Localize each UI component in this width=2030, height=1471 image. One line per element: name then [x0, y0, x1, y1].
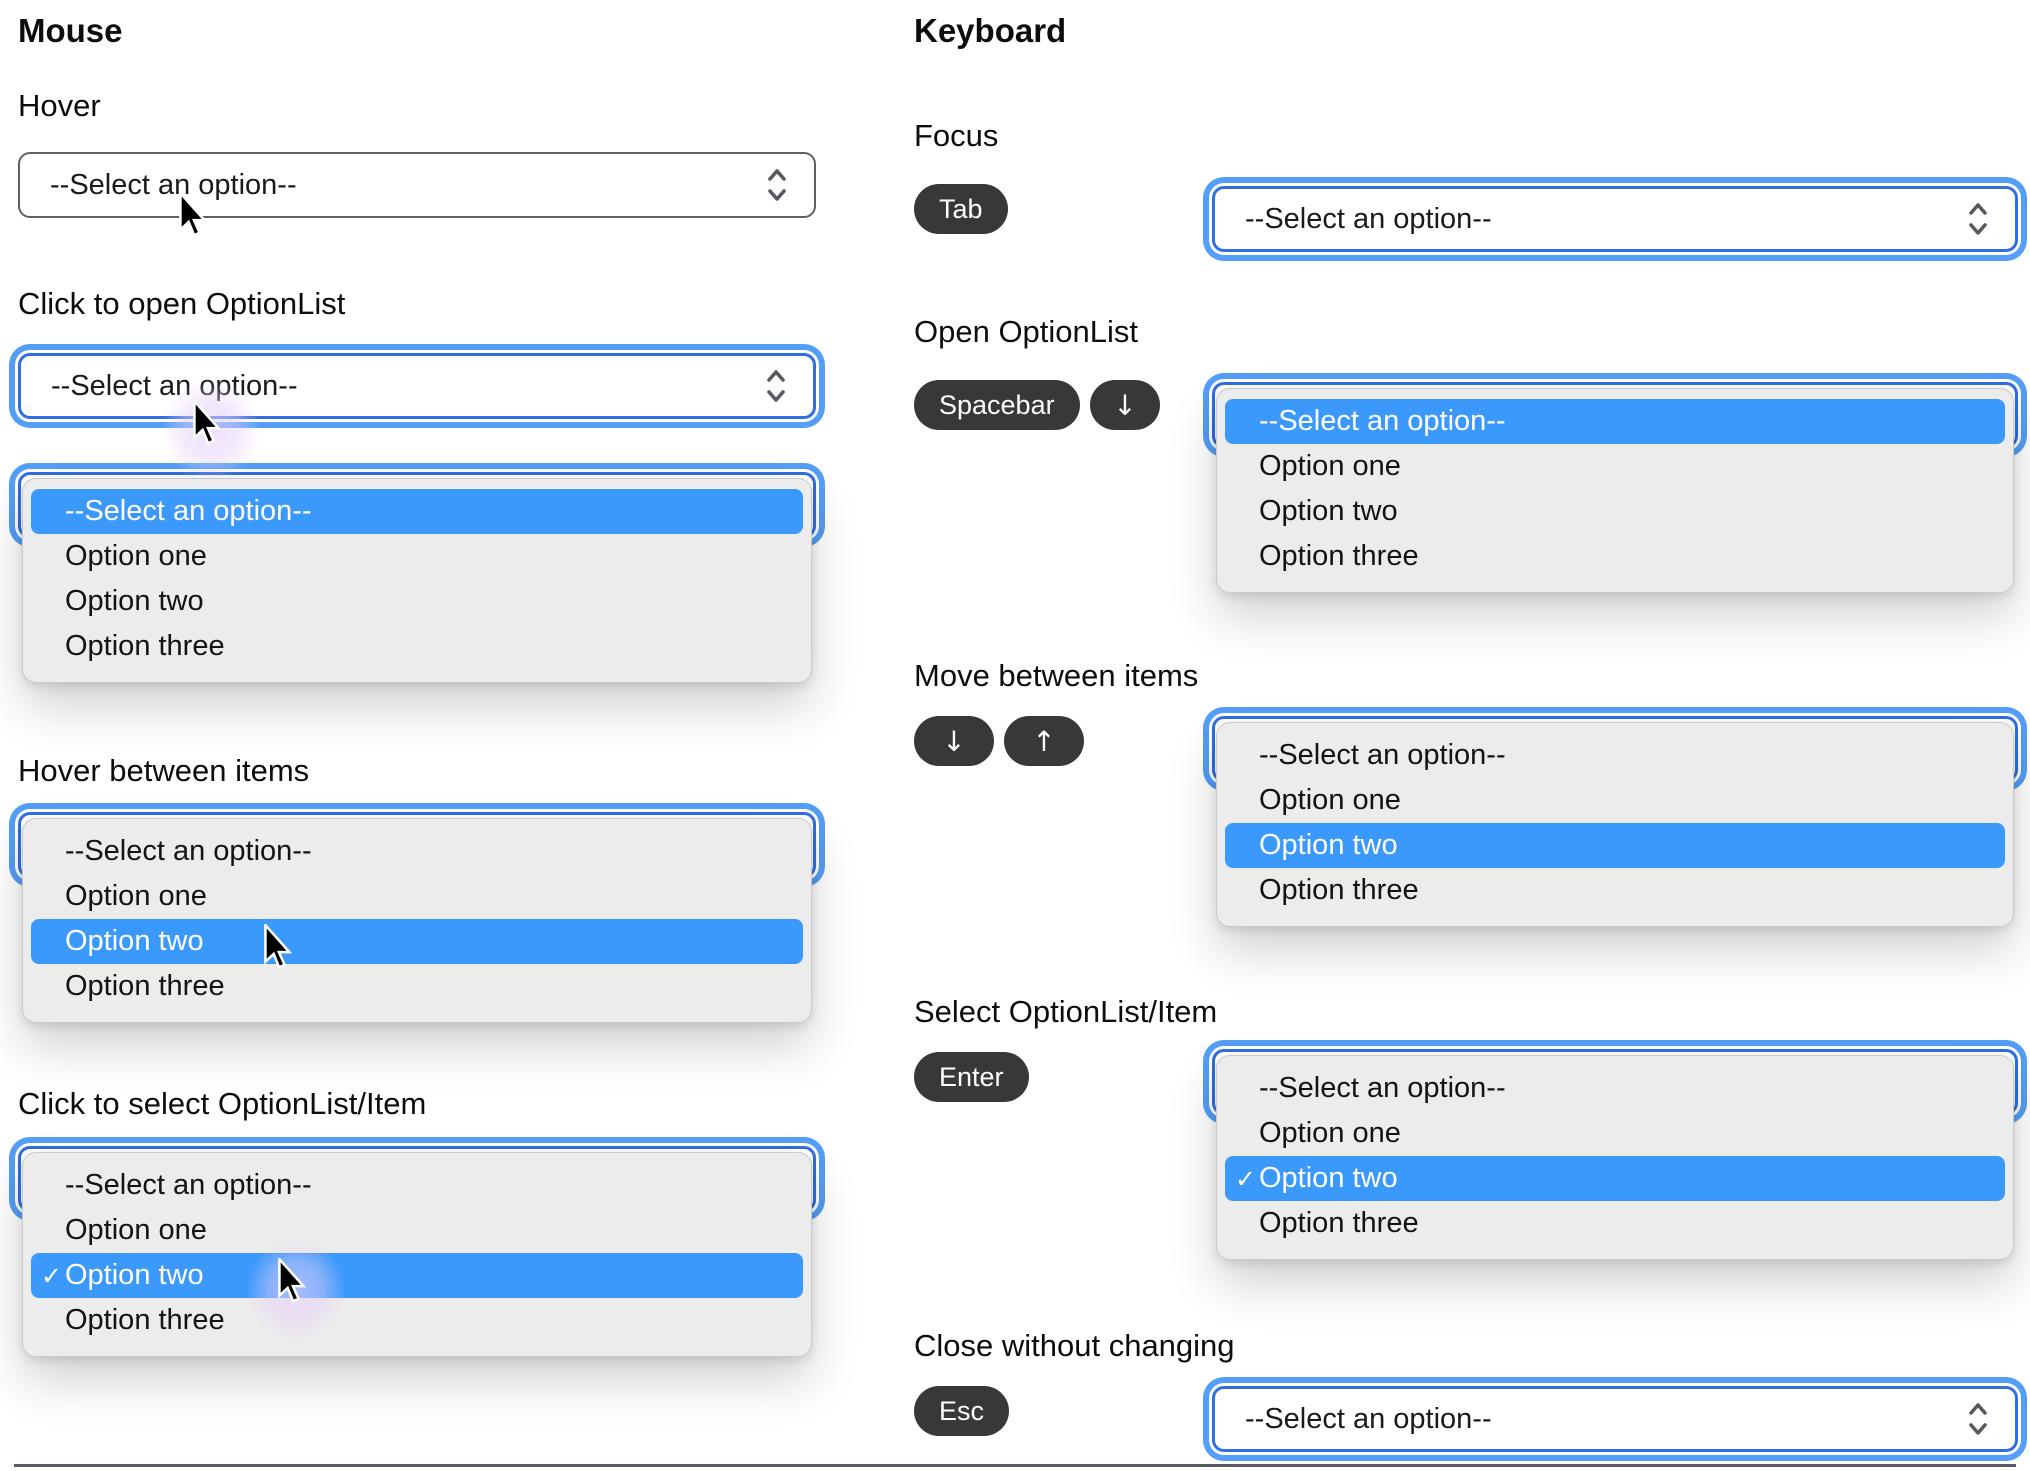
bottom-cutoff-divider: [14, 1464, 2016, 1467]
option-item[interactable]: --Select an option--: [1225, 1066, 2005, 1111]
option-list: --Select an option-- Option one ✓ Option…: [1216, 1055, 2014, 1260]
mouse-column-title: Mouse: [18, 12, 123, 49]
option-item[interactable]: --Select an option--: [1225, 733, 2005, 778]
select-value: --Select an option--: [50, 168, 297, 201]
keyboard-column-title: Keyboard: [914, 12, 1067, 49]
option-item[interactable]: --Select an option--: [31, 1163, 803, 1208]
option-item[interactable]: Option three: [31, 964, 803, 1009]
key-enter: Enter: [914, 1052, 1029, 1102]
option-list: --Select an option-- Option one Option t…: [1216, 722, 2014, 927]
option-item[interactable]: --Select an option--: [31, 829, 803, 874]
option-list: --Select an option-- Option one ✓ Option…: [22, 1152, 812, 1357]
option-item[interactable]: Option one: [1225, 778, 2005, 823]
option-item[interactable]: Option one: [31, 874, 803, 919]
section-label-close: Close without changing: [914, 1328, 1235, 1363]
select-chevron-icon: [1969, 203, 1987, 235]
mouse-cursor-icon: [193, 400, 222, 445]
option-item[interactable]: Option three: [1225, 868, 2005, 913]
option-item[interactable]: Option two: [1225, 489, 2005, 534]
option-item[interactable]: Option one: [31, 534, 803, 579]
option-list: --Select an option-- Option one Option t…: [1216, 388, 2014, 593]
option-item[interactable]: Option three: [31, 624, 803, 669]
option-item[interactable]: Option three: [1225, 534, 2005, 579]
select-chevron-icon: [767, 370, 785, 402]
key-arrow-down: ↓: [1090, 380, 1160, 430]
key-tab: Tab: [914, 184, 1008, 234]
mouse-cursor-icon: [179, 192, 208, 237]
key-arrow-down: ↓: [914, 716, 994, 766]
key-arrow-up: ↑: [1004, 716, 1084, 766]
option-item-active[interactable]: Option two: [1225, 823, 2005, 868]
mouse-cursor-icon: [264, 924, 293, 969]
section-label-focus: Focus: [914, 118, 999, 153]
key-spacebar: Spacebar: [914, 380, 1080, 430]
section-label-click-open: Click to open OptionList: [18, 286, 346, 321]
option-item[interactable]: Option three: [1225, 1201, 2005, 1246]
select-chevron-icon: [768, 169, 786, 201]
select-hover-closed[interactable]: --Select an option--: [18, 152, 816, 218]
option-item-label: Option two: [1259, 1162, 1398, 1194]
mouse-cursor-icon: [278, 1258, 307, 1303]
select-value: --Select an option--: [1245, 202, 1492, 235]
section-label-hover-items: Hover between items: [18, 753, 310, 788]
arrow-down-icon: ↓: [942, 724, 966, 758]
option-item-hovered[interactable]: Option two: [31, 919, 803, 964]
arrow-up-icon: ↑: [1032, 724, 1056, 758]
option-item[interactable]: --Select an option--: [1225, 399, 2005, 444]
check-icon: ✓: [41, 1261, 62, 1290]
check-icon: ✓: [1235, 1164, 1256, 1193]
option-item[interactable]: Option one: [31, 1208, 803, 1253]
page: Mouse Hover --Select an option-- Click t…: [0, 0, 2030, 1471]
section-label-open-optionlist: Open OptionList: [914, 314, 1139, 349]
select-value: --Select an option--: [1245, 1402, 1492, 1435]
option-item-selected[interactable]: ✓ Option two: [1225, 1156, 2005, 1201]
option-item-label: Option two: [65, 1259, 204, 1291]
arrow-down-icon: ↓: [1113, 388, 1137, 422]
key-esc: Esc: [914, 1386, 1010, 1436]
select-value: --Select an option--: [51, 369, 298, 402]
option-item[interactable]: Option three: [31, 1298, 803, 1343]
option-list: --Select an option-- Option one Option t…: [22, 818, 812, 1023]
option-list: --Select an option-- Option one Option t…: [22, 478, 812, 683]
select-close-focused[interactable]: --Select an option--: [1212, 1386, 2018, 1452]
select-click-open-focused[interactable]: --Select an option--: [18, 353, 816, 419]
section-label-select-item: Select OptionList/Item: [914, 994, 1218, 1029]
section-label-move-items: Move between items: [914, 658, 1199, 693]
select-focus-focused[interactable]: --Select an option--: [1212, 186, 2018, 252]
select-chevron-icon: [1969, 1403, 1987, 1435]
option-item-selected[interactable]: ✓ Option two: [31, 1253, 803, 1298]
option-item[interactable]: Option one: [1225, 1111, 2005, 1156]
option-item[interactable]: Option two: [31, 579, 803, 624]
option-item[interactable]: Option one: [1225, 444, 2005, 489]
option-item[interactable]: --Select an option--: [31, 489, 803, 534]
section-label-click-select: Click to select OptionList/Item: [18, 1086, 427, 1121]
section-label-hover: Hover: [18, 88, 101, 123]
